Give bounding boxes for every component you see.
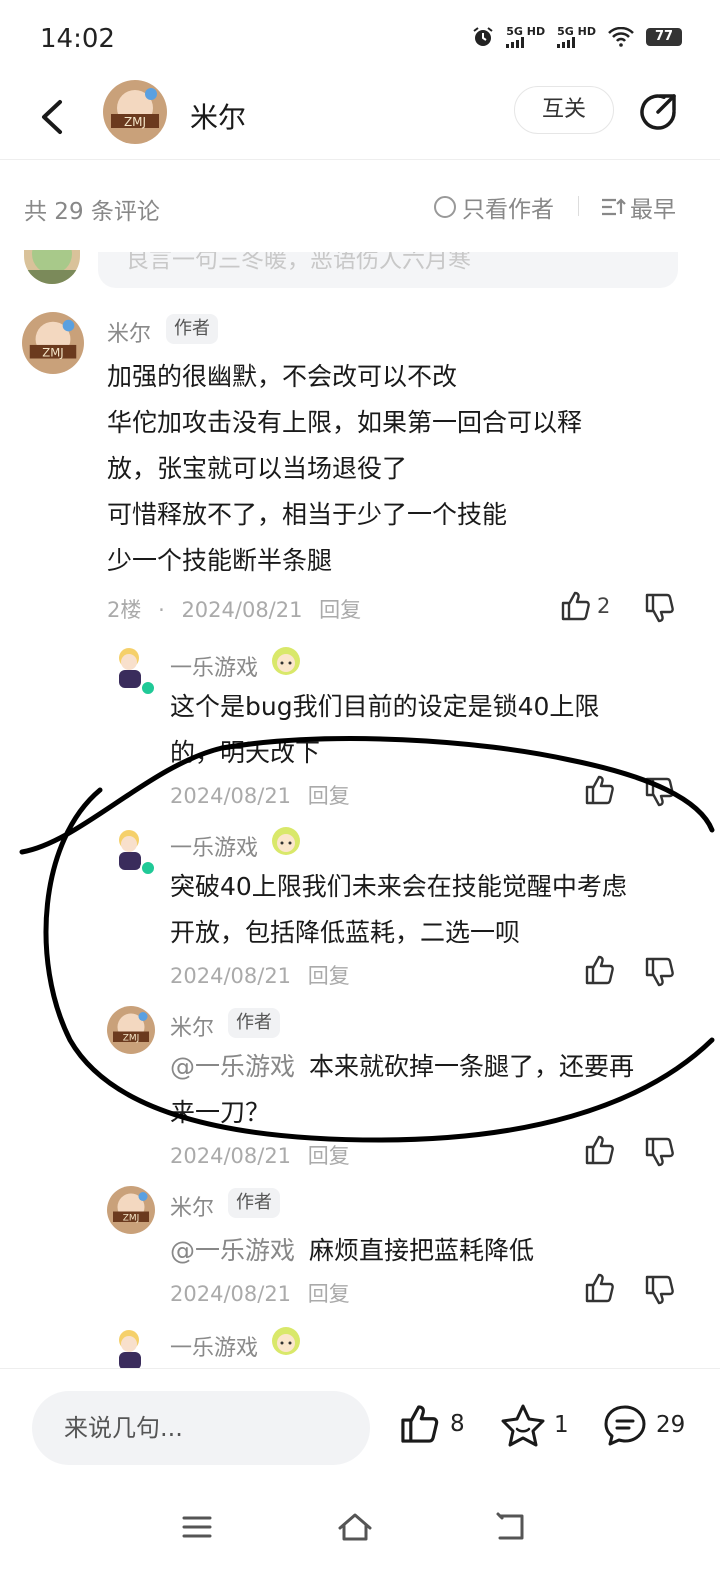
reply-button[interactable]: 回复 <box>319 598 361 622</box>
comment-input[interactable]: 来说几句... <box>32 1391 370 1465</box>
system-nav-bar <box>0 1488 720 1592</box>
reply-button[interactable]: 回复 <box>308 1144 350 1168</box>
thumbs-down-icon[interactable] <box>644 956 676 988</box>
mention-link[interactable]: @一乐游戏 <box>170 1236 295 1265</box>
thumbs-up-icon[interactable] <box>584 954 616 986</box>
thumbs-down-icon[interactable] <box>644 1274 676 1306</box>
comment-count-bar: 共 29 条评论 只看作者 最早 <box>0 160 720 252</box>
reply-author[interactable]: 米尔 <box>170 1190 214 1222</box>
sort-toggle[interactable]: 最早 <box>600 190 676 224</box>
thumbs-up-icon[interactable] <box>584 1272 616 1304</box>
verified-badge-icon <box>140 680 156 696</box>
reply-body: 突破40上限我们未来会在技能觉醒中考虑 开放，包括降低蓝耗，二选一呗 <box>170 872 627 947</box>
mention-link[interactable]: @一乐游戏 <box>170 1052 295 1081</box>
reply-body: @一乐游戏 本来就砍掉一条腿了，还要再 来一刀？ <box>170 1052 635 1127</box>
radio-icon <box>434 196 456 218</box>
star-icon <box>501 1404 545 1447</box>
comment-bubble-icon <box>604 1405 646 1446</box>
avatar[interactable]: ZMJ <box>103 80 167 144</box>
reply-meta: 2024/08/21 回复 <box>170 784 350 808</box>
favorite-button[interactable]: 1 <box>500 1403 569 1447</box>
back-nav-icon[interactable] <box>494 1510 528 1544</box>
svg-text:ZMJ: ZMJ <box>124 115 146 129</box>
author-only-toggle[interactable]: 只看作者 <box>434 190 554 224</box>
wifi-icon <box>608 27 634 47</box>
sort-icon <box>602 198 626 216</box>
comment-meta: 2楼 · 2024/08/21 回复 <box>107 598 362 622</box>
signal-2: 5G HD <box>557 26 596 48</box>
author-badge: 作者 <box>228 1188 280 1218</box>
reply-author[interactable]: 米尔 <box>170 1010 214 1042</box>
user-emblem-icon <box>272 647 300 675</box>
reply-button[interactable]: 回复 <box>308 784 350 808</box>
status-time: 14:02 <box>40 24 115 54</box>
menu-icon[interactable] <box>180 1510 214 1544</box>
avatar[interactable]: ZMJ <box>107 1006 155 1054</box>
follow-button[interactable]: 互关 <box>514 86 614 134</box>
comment-count: 共 29 条评论 <box>24 199 160 225</box>
signal-1: 5G HD <box>506 26 545 48</box>
reply-meta: 2024/08/21 回复 <box>170 1282 350 1306</box>
avatar[interactable]: ZMJ <box>107 1186 155 1234</box>
author-badge: 作者 <box>228 1008 280 1038</box>
reply-author[interactable]: 一乐游戏 <box>170 830 258 862</box>
thumbs-up-icon[interactable] <box>560 590 592 622</box>
page-header: ZMJ 米尔 互关 <box>0 78 720 160</box>
comment-action-bar: 来说几句... 8 1 29 <box>0 1368 720 1488</box>
svg-text:ZMJ: ZMJ <box>123 1214 140 1224</box>
thumbs-down-icon[interactable] <box>644 776 676 808</box>
reply-meta: 2024/08/21 回复 <box>170 964 350 988</box>
partial-comment: 良言一句三冬暖，恶语伤人六月寒 <box>98 252 678 288</box>
reply-author[interactable]: 一乐游戏 <box>170 1330 258 1362</box>
verified-badge-icon <box>140 860 156 876</box>
reply-body: 这个是bug我们目前的设定是锁40上限 的，明天改下 <box>170 692 600 767</box>
status-icons: 5G HD 5G HD 77 <box>472 26 682 48</box>
home-icon[interactable] <box>336 1510 374 1544</box>
comments-button[interactable]: 29 <box>602 1403 685 1447</box>
status-bar: 14:02 5G HD 5G HD 77 <box>0 0 720 78</box>
author-badge: 作者 <box>166 314 218 344</box>
thumbs-up-icon[interactable] <box>584 774 616 806</box>
back-arrow-icon[interactable] <box>34 94 74 140</box>
thumbs-down-icon[interactable] <box>644 1136 676 1168</box>
user-emblem-icon <box>272 1327 300 1355</box>
reply-author[interactable]: 一乐游戏 <box>170 650 258 682</box>
comment-author[interactable]: 米尔 <box>107 316 151 348</box>
avatar[interactable] <box>107 1326 155 1368</box>
reply-button[interactable]: 回复 <box>308 964 350 988</box>
like-count: 2 <box>597 594 611 618</box>
svg-text:ZMJ: ZMJ <box>123 1034 140 1044</box>
thumbs-down-icon[interactable] <box>644 592 676 624</box>
alarm-icon <box>473 27 493 46</box>
reply-button[interactable]: 回复 <box>308 1282 350 1306</box>
user-emblem-icon <box>272 827 300 855</box>
comment-body: 加强的很幽默，不会改可以不改 华佗加攻击没有上限，如果第一回合可以释 放，张宝就… <box>107 362 583 575</box>
avatar[interactable] <box>24 250 80 284</box>
thumbs-up-icon <box>401 1405 439 1443</box>
share-icon[interactable] <box>636 90 680 134</box>
avatar[interactable]: ZMJ <box>22 312 84 374</box>
svg-text:ZMJ: ZMJ <box>42 346 63 360</box>
thumbs-up-icon[interactable] <box>584 1134 616 1166</box>
battery-indicator: 77 <box>646 28 682 46</box>
reply-body: @一乐游戏 麻烦直接把蓝耗降低 <box>170 1236 535 1265</box>
page-title: 米尔 <box>190 101 247 134</box>
like-button[interactable]: 8 <box>398 1403 465 1445</box>
reply-meta: 2024/08/21 回复 <box>170 1144 350 1168</box>
divider <box>578 196 579 216</box>
